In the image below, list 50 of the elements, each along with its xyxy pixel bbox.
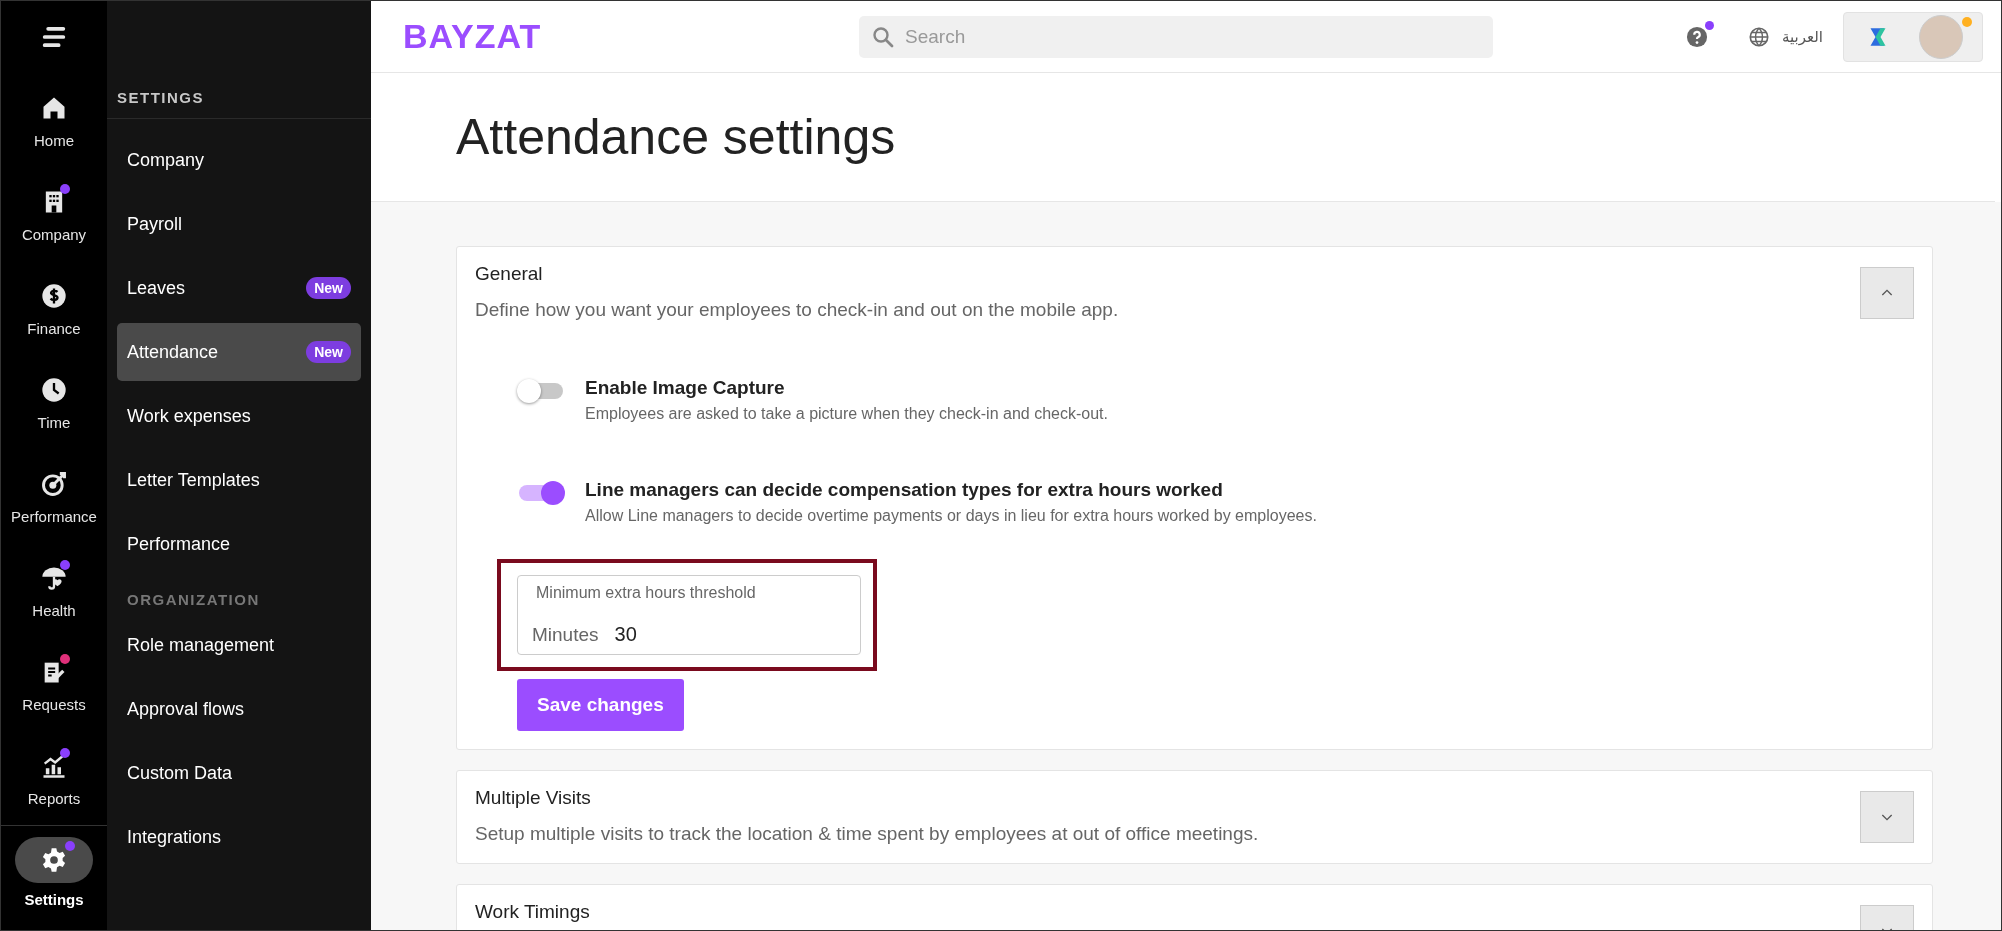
menu-item[interactable]: Performance — [117, 515, 361, 573]
card-title: Work Timings — [475, 901, 590, 923]
gear-icon — [40, 846, 68, 874]
setting-description: Allow Line managers to decide overtime payments or days in lieu for extra hours worked by employees. — [585, 507, 1317, 525]
menu-item[interactable]: Integrations — [117, 808, 361, 866]
menu-item[interactable]: Work expenses — [117, 387, 361, 445]
nav-item[interactable]: Company — [1, 167, 107, 261]
menu-item[interactable]: Attendance New — [117, 323, 361, 381]
search-field[interactable]: Search — [859, 15, 1493, 58]
toggle-switch[interactable] — [517, 379, 565, 403]
help-icon[interactable] — [1686, 25, 1708, 48]
menu-item[interactable]: Letter Templates — [117, 451, 361, 509]
nav-item[interactable]: Reports — [1, 731, 107, 825]
menu-item[interactable]: Approval flows — [117, 680, 361, 738]
nav-item[interactable]: Health — [1, 543, 107, 637]
card-description: Define how you want your employees to check-in and out on the mobile app. — [475, 299, 1119, 321]
target-icon — [40, 469, 68, 498]
menu-item[interactable]: Role management — [117, 616, 361, 674]
section-heading: ORGANIZATION — [126, 590, 261, 610]
profile-switcher[interactable] — [1843, 11, 1983, 62]
new-badge: New — [306, 277, 351, 299]
setting-label: Line managers can decide compensation types for extra hours worked — [585, 479, 1224, 501]
nav-item[interactable]: Home — [1, 73, 107, 167]
nav-item[interactable]: Performance — [1, 449, 107, 543]
avatar — [1919, 14, 1963, 59]
new-badge: New — [306, 341, 351, 363]
collapse-button[interactable] — [1860, 267, 1914, 319]
dollar-icon — [40, 281, 68, 310]
menu-item[interactable]: Payroll — [117, 195, 361, 253]
globe-icon — [1748, 25, 1770, 48]
setting-description: Employees are asked to take a picture when they check-in and check-out. — [585, 405, 1108, 423]
card-description: Setup multiple visits to track the location & time spent by employees at out of office meetings. — [475, 823, 1259, 845]
expand-button[interactable] — [1860, 791, 1914, 843]
toggle-switch[interactable] — [517, 481, 565, 505]
clock-icon — [40, 375, 68, 404]
menu-item[interactable]: Company — [117, 131, 361, 189]
card-title: Multiple Visits — [475, 787, 592, 809]
logo: BAYZAT — [403, 17, 543, 56]
page-title: Attendance settings — [456, 108, 896, 166]
language-link[interactable]: العربية — [1748, 25, 1823, 48]
menu-item[interactable]: Leaves New — [117, 259, 361, 317]
setting-label: Enable Image Capture — [585, 377, 786, 399]
threshold-field[interactable]: Minimum extra hours threshold Minutes 30 — [517, 575, 861, 655]
nav-item[interactable]: Time — [1, 355, 107, 449]
menu-item[interactable]: Custom Data — [117, 744, 361, 802]
nav-item[interactable]: Requests — [1, 637, 107, 731]
card-title: General — [475, 263, 544, 285]
nav-item[interactable]: Finance — [1, 261, 107, 355]
save-button[interactable]: Save changes — [517, 679, 684, 731]
nav-item[interactable]: Settings — [1, 825, 107, 919]
